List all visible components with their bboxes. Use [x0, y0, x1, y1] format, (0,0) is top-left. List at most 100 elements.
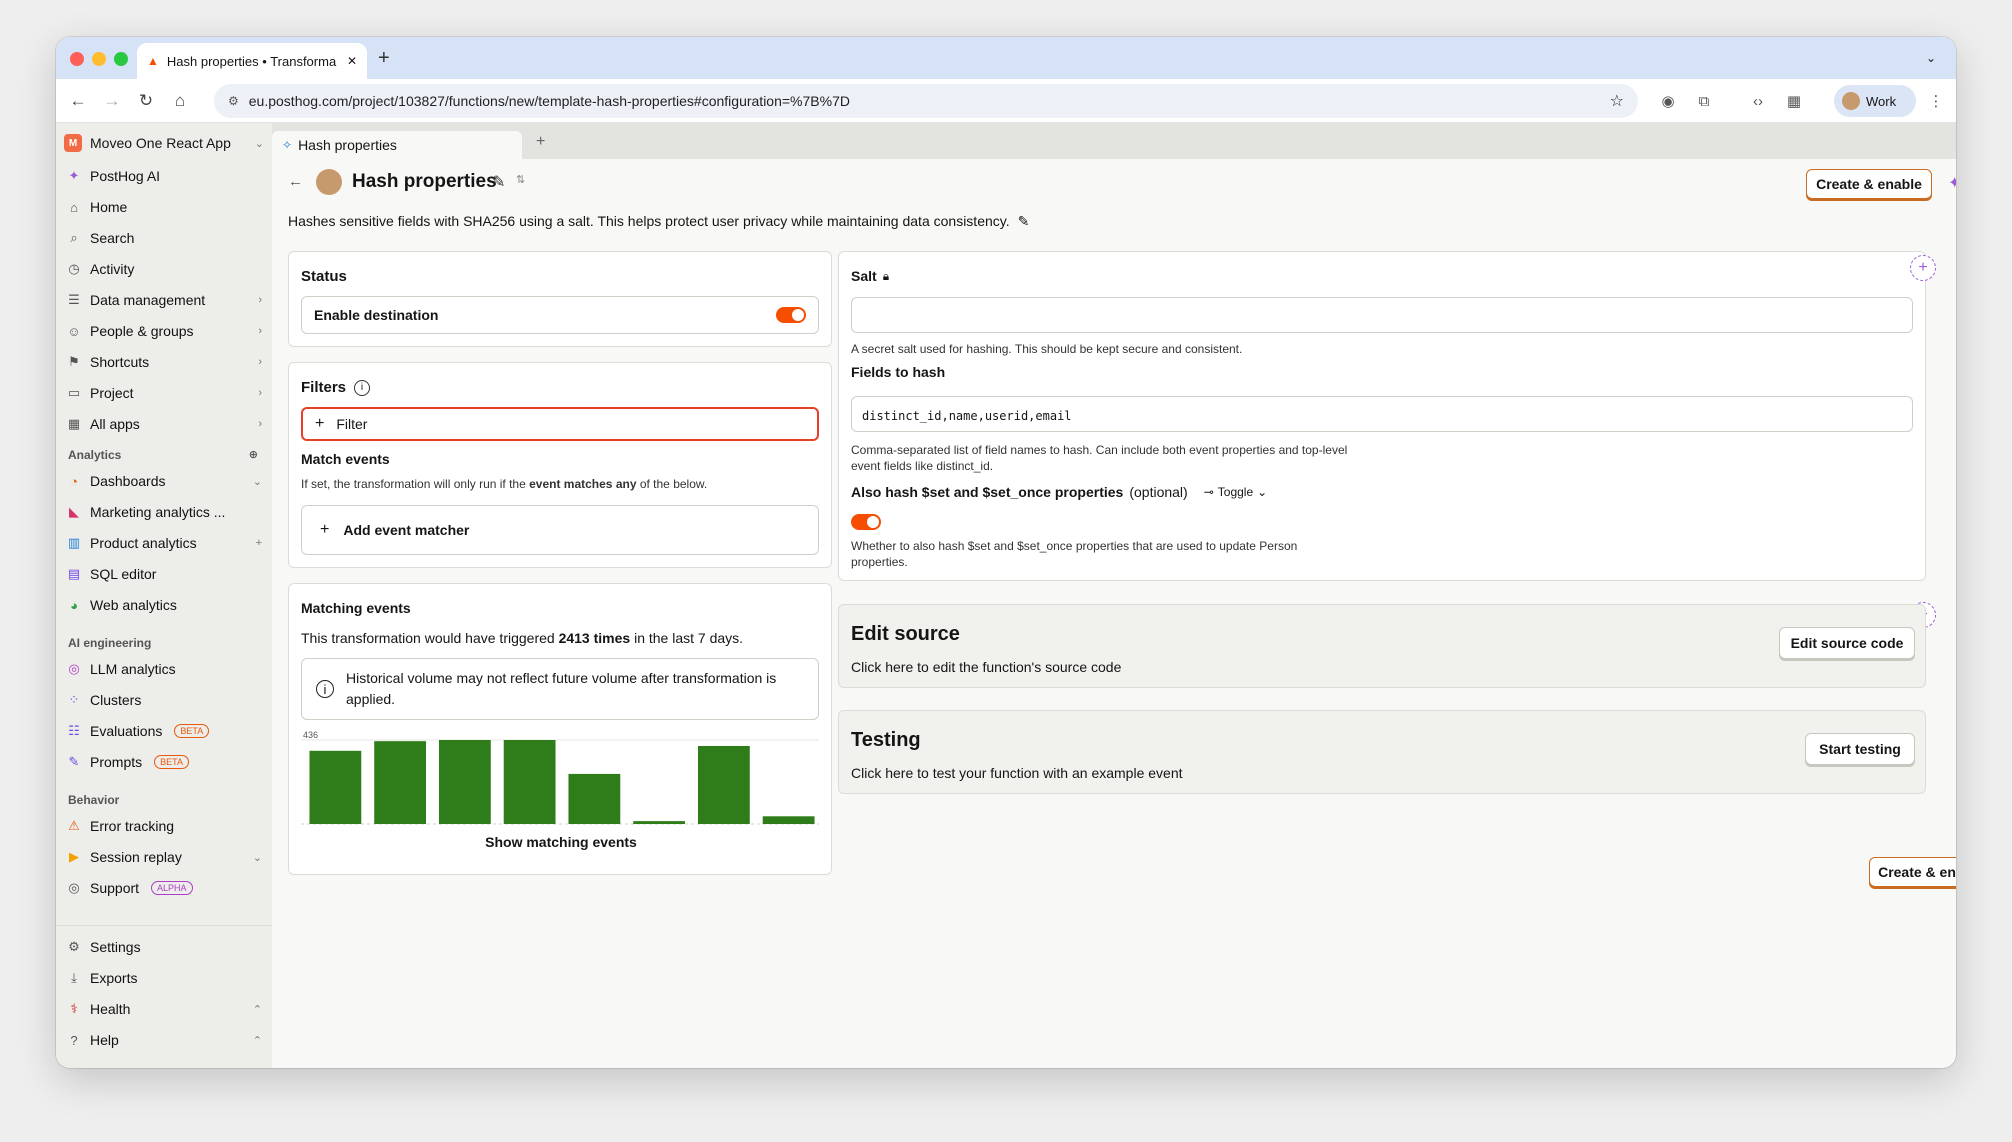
new-tab-button[interactable]: + [378, 47, 390, 70]
sidebar-item-prompts[interactable]: ✎ Prompts BETA [66, 749, 262, 775]
sidebar-item-health[interactable]: ⚕ Health ⌃ [66, 996, 262, 1022]
enable-destination-toggle[interactable] [776, 307, 806, 323]
sidebar-item-evaluations[interactable]: ☷ Evaluations BETA [66, 718, 262, 744]
edit-description-icon[interactable]: ✎ [1018, 213, 1030, 230]
show-matching-events-button[interactable]: Show matching events [289, 834, 833, 850]
camera-icon[interactable]: ◉ [1656, 89, 1680, 113]
add-circle-icon[interactable]: ⊕ [249, 448, 258, 462]
sidebar-item-label: Session replay [90, 849, 182, 865]
back-icon[interactable]: ← [66, 89, 90, 113]
bar-chart-icon: ▥ [67, 535, 81, 550]
database-icon: ☰ [68, 292, 80, 307]
sidebar-item-people-groups[interactable]: ☺ People & groups › [66, 318, 262, 344]
apps-icon: ▦ [67, 416, 81, 431]
create-enable-button-top[interactable]: Create & enable [1806, 169, 1932, 199]
edit-source-code-button[interactable]: Edit source code [1779, 627, 1915, 659]
match-events-heading: Match events [301, 451, 390, 467]
warning-icon: ⚠ [68, 818, 80, 833]
sidebar-item-project[interactable]: ▭ Project › [66, 380, 262, 406]
chart-bar [374, 741, 427, 824]
enable-destination-label: Enable destination [314, 307, 439, 323]
edit-source-card: Edit source Click here to edit the funct… [838, 604, 1926, 688]
start-testing-button[interactable]: Start testing [1805, 733, 1915, 765]
salt-label-row: Salt 🔒︎ [851, 268, 889, 284]
filters-card: Filters i + Filter Match events If set, … [288, 362, 832, 568]
sidebar-item-dashboards[interactable]: ◔ Dashboards ⌄ [66, 468, 262, 494]
y-tick-label: 436 [303, 730, 318, 740]
avatar [1842, 92, 1860, 110]
new-scene-tab-button[interactable]: + [536, 133, 545, 151]
search-icon: ⌕ [70, 230, 78, 245]
reload-icon[interactable]: ↻ [134, 89, 158, 113]
tab-search-icon[interactable]: ⌄ [1918, 45, 1944, 71]
also-hash-toggle[interactable] [851, 514, 881, 530]
sparkle-icon[interactable]: ✦ [1948, 173, 1956, 193]
close-window-button[interactable] [70, 52, 84, 66]
sidebar-item-help[interactable]: ? Help ⌃ [66, 1027, 262, 1053]
salt-input[interactable] [851, 297, 1913, 333]
sidebar-item-shortcuts[interactable]: ⚑ Shortcuts › [66, 349, 262, 375]
fields-to-hash-input[interactable]: distinct_id,name,userid,email [851, 396, 1913, 432]
project-switcher[interactable]: M Moveo One React App ⌄ [64, 131, 264, 155]
megaphone-icon: ◣ [69, 504, 79, 519]
sidebar-item-llm-analytics[interactable]: ◎ LLM analytics [66, 656, 262, 682]
plus-icon[interactable]: + [256, 537, 262, 549]
sidebar-item-exports[interactable]: ⤓ Exports [66, 965, 262, 991]
sidebar-item-clusters[interactable]: ⁘ Clusters [66, 687, 262, 713]
sidebar-item-label: LLM analytics [90, 661, 176, 677]
matching-events-summary: This transformation would have triggered… [301, 630, 743, 646]
sidebar-item-all-apps[interactable]: ▦ All apps › [66, 411, 262, 437]
page-title[interactable]: Hash properties [352, 171, 497, 193]
sidebar-item-support[interactable]: ◎ Support ALPHA [66, 875, 262, 901]
sidebar-item-search[interactable]: ⌕ Search [66, 225, 262, 251]
browser-tab[interactable]: ▲ Hash properties • Transforma ✕ [137, 43, 367, 79]
sidebar-item-settings[interactable]: ⚙ Settings [66, 934, 262, 960]
forward-icon[interactable]: → [100, 89, 124, 113]
input-type-dropdown[interactable]: ⊸ Toggle ⌄ [1204, 485, 1268, 499]
maximize-window-button[interactable] [114, 52, 128, 66]
sidebar-panel-icon[interactable]: ▦ [1782, 89, 1806, 113]
sidebar-item-marketing-analytics[interactable]: ◣ Marketing analytics ... [66, 499, 262, 525]
add-step-button-config[interactable]: + [1910, 255, 1936, 281]
address-bar[interactable]: ⚙ eu.posthog.com/project/103827/function… [214, 84, 1638, 118]
sidebar-item-activity[interactable]: ◷ Activity [66, 256, 262, 282]
scatter-icon: ⁘ [68, 692, 80, 707]
tab-hash-properties[interactable]: ✧ Hash properties [272, 131, 522, 159]
url-text[interactable]: eu.posthog.com/project/103827/functions/… [249, 93, 1600, 109]
more-menu-icon[interactable]: ⋮ [1924, 89, 1948, 113]
site-info-icon[interactable]: ⚙ [228, 94, 239, 108]
sidebar-item-label: Search [90, 230, 135, 246]
home-icon[interactable]: ⌂ [168, 89, 192, 113]
play-icon: ▶ [69, 849, 79, 864]
edit-pencil-icon[interactable]: ✎ [492, 172, 505, 192]
sidebar-item-sql-editor[interactable]: ▤ SQL editor [66, 561, 262, 587]
sidebar-item-product-analytics[interactable]: ▥ Product analytics + [66, 530, 262, 556]
minimize-window-button[interactable] [92, 52, 106, 66]
code-icon[interactable]: ‹› [1746, 89, 1770, 113]
sidebar-item-label: PostHog AI [90, 168, 161, 184]
edit-source-heading: Edit source [851, 623, 960, 645]
add-event-matcher-button[interactable]: + Add event matcher [301, 505, 819, 555]
sidebar-item-web-analytics[interactable]: ◕ Web analytics [66, 592, 262, 618]
extensions-icon[interactable]: ⧉ [1692, 89, 1716, 113]
sidebar-item-posthog-ai[interactable]: ✦ PostHog AI [66, 163, 262, 189]
info-icon[interactable]: i [354, 379, 371, 396]
back-arrow-icon[interactable]: ← [288, 173, 303, 190]
create-enable-button-bottom[interactable]: Create & enable [1869, 857, 1956, 887]
filter-button[interactable]: + Filter [301, 407, 819, 441]
bookmark-star-icon[interactable]: ☆ [1610, 91, 1624, 111]
sidebar-item-home[interactable]: ⌂ Home [66, 194, 262, 220]
transformation-icon: ✧ [282, 138, 293, 152]
sidebar-item-data-management[interactable]: ☰ Data management › [66, 287, 262, 313]
enable-destination-row[interactable]: Enable destination [301, 296, 819, 334]
sidebar-item-label: Support [90, 880, 140, 896]
lifebuoy-icon: ◎ [68, 880, 80, 895]
sidebar-item-label: Prompts [90, 754, 143, 770]
close-tab-icon[interactable]: ✕ [347, 54, 357, 68]
sidebar-item-error-tracking[interactable]: ⚠ Error tracking [66, 813, 262, 839]
chevron-up-icon: ⌃ [252, 1003, 262, 1016]
sidebar-item-session-replay[interactable]: ▶ Session replay ⌄ [66, 844, 262, 870]
profile-button[interactable]: Work [1834, 85, 1916, 117]
chevron-updown-icon[interactable]: ⇅ [516, 173, 525, 186]
chart-bar [503, 740, 556, 824]
